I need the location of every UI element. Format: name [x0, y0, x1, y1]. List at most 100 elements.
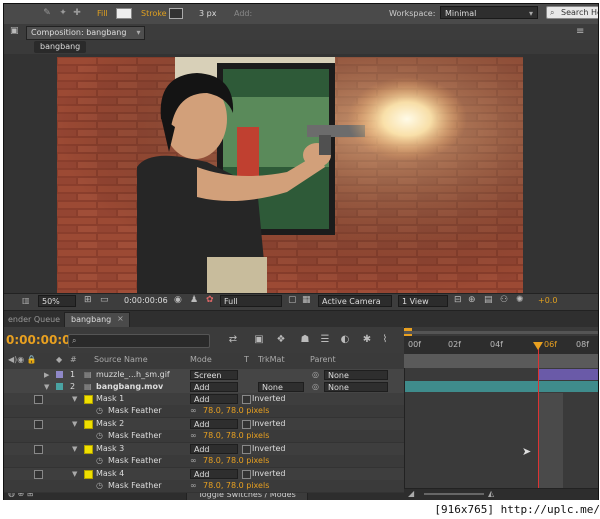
playhead-marker-icon[interactable] — [533, 342, 543, 350]
toggle-pixel-aspect-icon[interactable]: ⊟ — [454, 295, 462, 305]
viewer-timecode[interactable]: 0:00:00:06 — [124, 296, 168, 305]
layer-duration-bar[interactable] — [538, 369, 598, 380]
timeline-search-input[interactable]: ⌕ — [68, 334, 210, 348]
mask-color-swatch[interactable] — [84, 395, 93, 404]
mask-lock-checkbox[interactable] — [34, 470, 43, 479]
breadcrumb[interactable]: bangbang — [34, 41, 87, 53]
mask-mode-select[interactable]: Add — [190, 469, 238, 479]
mode-header[interactable]: Mode — [190, 355, 212, 364]
mask-inverted-checkbox[interactable] — [242, 445, 251, 454]
frame-blending-icon[interactable]: ☰ — [318, 333, 332, 347]
stopwatch-icon[interactable]: ◷ — [96, 480, 103, 492]
mask-inverted-checkbox[interactable] — [242, 395, 251, 404]
panel-menu-icon[interactable]: ≡ — [576, 26, 584, 37]
mask-lock-checkbox[interactable] — [34, 420, 43, 429]
snapshot-icon[interactable]: ◉ — [174, 295, 182, 305]
label-color-swatch[interactable] — [56, 383, 63, 390]
stroke-swatch[interactable] — [169, 8, 183, 19]
show-snapshot-icon[interactable]: ♟ — [190, 295, 198, 305]
layer-duration-bar[interactable] — [405, 381, 598, 392]
clone-tool-icon[interactable]: ✦ — [58, 8, 68, 18]
expand-triangle-icon[interactable]: ▶ — [44, 369, 49, 381]
hide-shy-layers-icon[interactable]: ☗ — [298, 333, 312, 347]
flowchart-icon[interactable]: ⚇ — [500, 295, 508, 305]
mask-mode-select[interactable]: Add — [190, 394, 238, 404]
layer-parent-select[interactable]: None — [324, 382, 388, 392]
stroke-size[interactable]: 3 px — [199, 9, 216, 18]
link-icon[interactable]: ∞ — [190, 480, 197, 492]
parent-header[interactable]: Parent — [310, 355, 336, 364]
mask-feather-row[interactable]: ◷ Mask Feather ∞ 78.0, 78.0 pixels — [4, 455, 404, 468]
collapse-triangle-icon[interactable]: ▼ — [72, 468, 77, 480]
pick-whip-icon[interactable]: ◎ — [312, 381, 319, 393]
tab-render-queue[interactable]: ender Queue — [4, 313, 64, 327]
mask-feather-row[interactable]: ◷ Mask Feather ∞ 78.0, 78.0 pixels — [4, 430, 404, 443]
fill-swatch[interactable] — [116, 8, 132, 19]
trkmat-header[interactable]: TrkMat — [258, 355, 285, 364]
mask-name[interactable]: Mask 1 — [96, 393, 124, 405]
stopwatch-icon[interactable]: ◷ — [96, 430, 103, 442]
source-name-header[interactable]: Source Name — [94, 355, 148, 364]
label-color-swatch[interactable] — [56, 371, 63, 378]
mask-mode-select[interactable]: Add — [190, 444, 238, 454]
mask-name[interactable]: Mask 2 — [96, 418, 124, 430]
close-icon[interactable]: × — [117, 314, 124, 323]
link-icon[interactable]: ∞ — [190, 455, 197, 467]
layer-trkmat-select[interactable]: None — [258, 382, 304, 392]
link-icon[interactable]: ∞ — [190, 430, 197, 442]
collapse-triangle-icon[interactable]: ▼ — [72, 418, 77, 430]
mask-visibility-icon[interactable]: ▭ — [100, 295, 109, 305]
lock-icon[interactable]: ▣ — [10, 26, 19, 36]
mask-color-swatch[interactable] — [84, 420, 93, 429]
pick-whip-icon[interactable]: ◎ — [312, 369, 319, 381]
playhead-line[interactable] — [538, 342, 539, 497]
region-of-interest-icon[interactable]: ▢ — [288, 295, 297, 305]
layer-mode-select[interactable]: Screen — [190, 370, 238, 380]
t-header[interactable]: T — [244, 355, 249, 364]
puppet-tool-icon[interactable]: ✚ — [72, 8, 82, 18]
exposure-value[interactable]: +0.0 — [538, 296, 557, 305]
mask-name[interactable]: Mask 3 — [96, 443, 124, 455]
live-update-icon[interactable]: ▣ — [252, 333, 266, 347]
workspace-select[interactable]: Minimal ▾ — [440, 6, 538, 19]
mask-feather-value[interactable]: 78.0, 78.0 pixels — [203, 430, 269, 442]
view-layout-select[interactable]: 1 View — [398, 295, 448, 307]
composition-tab[interactable]: Composition: bangbang ▾ — [26, 26, 146, 40]
brainstorm-icon[interactable]: ✱ — [360, 333, 374, 347]
layer-parent-select[interactable]: None — [324, 370, 388, 380]
mask-color-swatch[interactable] — [84, 470, 93, 479]
layer-mode-select[interactable]: Add — [190, 382, 238, 392]
draft-3d-icon[interactable]: ❖ — [274, 333, 288, 347]
resolution-select[interactable]: Full — [220, 295, 282, 307]
camera-select[interactable]: Active Camera — [318, 295, 392, 307]
layer-name[interactable]: bangbang.mov — [96, 381, 163, 393]
collapse-triangle-icon[interactable]: ▼ — [72, 393, 77, 405]
comp-mini-flowchart-icon[interactable]: ⇄ — [226, 333, 240, 347]
zoom-slider[interactable] — [424, 493, 484, 495]
zoom-select[interactable]: 50% — [38, 295, 76, 307]
mask-lock-checkbox[interactable] — [34, 395, 43, 404]
mask-mode-select[interactable]: Add — [190, 419, 238, 429]
work-area-bar[interactable] — [404, 354, 598, 368]
mask-name[interactable]: Mask 4 — [96, 468, 124, 480]
mask-feather-value[interactable]: 78.0, 78.0 pixels — [203, 455, 269, 467]
fast-previews-icon[interactable]: ⊕ — [468, 295, 476, 305]
zoom-in-icon[interactable]: ◭ — [488, 489, 494, 498]
mask-feather-row[interactable]: ◷ Mask Feather ∞ 78.0, 78.0 pixels — [4, 480, 404, 493]
graph-editor-icon[interactable]: ⌇ — [378, 333, 392, 347]
magnify-icon[interactable]: ▥ — [22, 296, 30, 305]
mask-feather-value[interactable]: 78.0, 78.0 pixels — [203, 405, 269, 417]
time-navigator-bar[interactable] — [404, 331, 598, 334]
exposure-icon[interactable]: ✺ — [516, 295, 524, 305]
motion-blur-icon[interactable]: ◐ — [338, 333, 352, 347]
mask-lock-checkbox[interactable] — [34, 445, 43, 454]
mask-inverted-checkbox[interactable] — [242, 420, 251, 429]
mask-color-swatch[interactable] — [84, 445, 93, 454]
timeline-icon[interactable]: ▤ — [484, 295, 493, 305]
layer-name[interactable]: muzzle_...h_sm.gif — [96, 369, 170, 381]
mask-feather-value[interactable]: 78.0, 78.0 pixels — [203, 480, 269, 492]
zoom-out-icon[interactable]: ◢ — [408, 489, 414, 498]
color-channel-icon[interactable]: ✿ — [206, 295, 214, 305]
grid-icon[interactable]: ⊞ — [84, 295, 92, 305]
transparency-grid-icon[interactable]: ▦ — [302, 295, 311, 305]
